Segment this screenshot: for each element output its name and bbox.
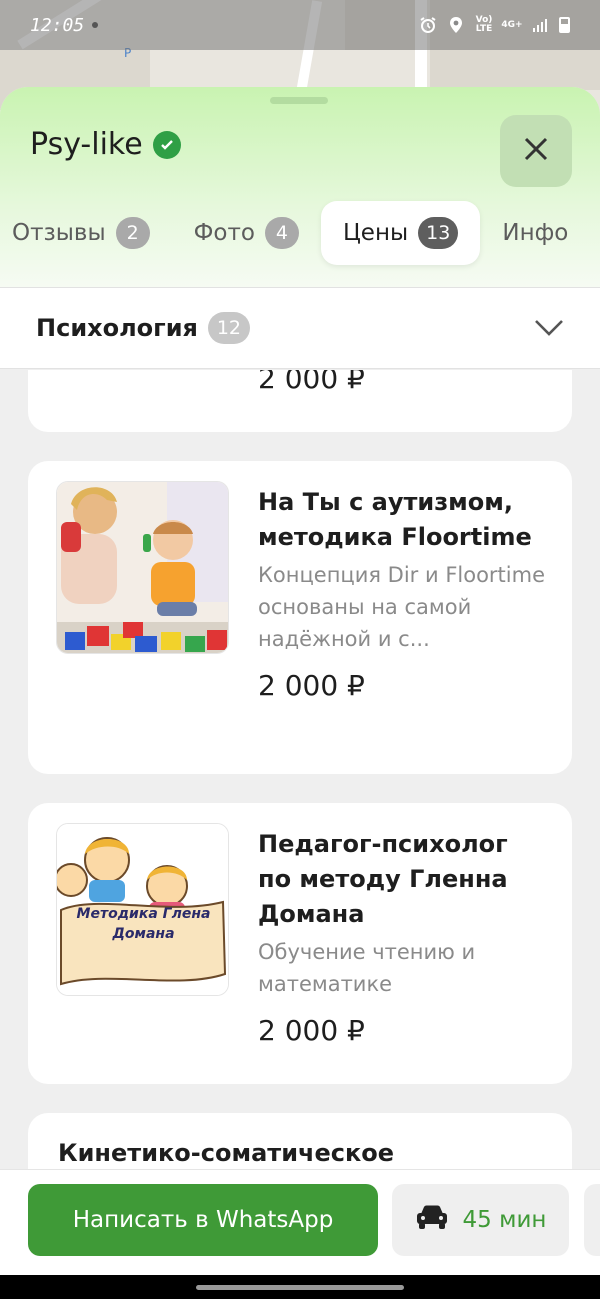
tab-count-badge: 2 bbox=[115, 217, 150, 249]
sheet-header: Psy-like Отзывы 2 Фото 4 Цены 13 Инфо bbox=[0, 87, 600, 287]
status-time: 12:05 bbox=[30, 14, 85, 36]
system-nav-bar bbox=[0, 1275, 600, 1299]
close-button[interactable] bbox=[500, 115, 572, 187]
category-count-badge: 12 bbox=[207, 312, 250, 344]
place-sheet: Psy-like Отзывы 2 Фото 4 Цены 13 Инфо Пс… bbox=[0, 87, 600, 1299]
more-actions-button[interactable] bbox=[584, 1184, 600, 1256]
battery-icon bbox=[559, 17, 570, 33]
tab-count-badge: 4 bbox=[264, 217, 299, 249]
status-icons: Vo) LTE 4G+ bbox=[419, 16, 570, 34]
tab-count-badge: 13 bbox=[418, 217, 459, 249]
service-name: Кинетико-соматическое bbox=[58, 1139, 395, 1167]
tab-label: Цены bbox=[342, 220, 409, 246]
signal-icon bbox=[531, 16, 549, 34]
close-icon bbox=[523, 131, 549, 171]
bottom-action-bar: Написать в WhatsApp 45 мин bbox=[0, 1169, 600, 1275]
place-title: Psy-like bbox=[30, 127, 143, 162]
category-header[interactable]: Психология 12 bbox=[0, 287, 600, 369]
status-dot bbox=[92, 22, 99, 28]
price-value: 2 000 ₽ bbox=[258, 1014, 365, 1047]
drive-time: 45 мин bbox=[462, 1207, 547, 1233]
whatsapp-button[interactable]: Написать в WhatsApp bbox=[28, 1184, 378, 1256]
tab-prices[interactable]: Цены 13 bbox=[320, 201, 481, 265]
service-description: Концепция Dir и Floortime основаны на са… bbox=[258, 563, 546, 651]
alarm-icon bbox=[419, 16, 437, 34]
category-title: Психология bbox=[36, 314, 198, 342]
tab-label: Инфо bbox=[502, 220, 569, 246]
signal-type-icon: 4G+ bbox=[501, 19, 523, 30]
price-card[interactable]: На Ты с аутизмом, методика Floortime Кон… bbox=[28, 461, 572, 774]
chevron-down-icon[interactable] bbox=[534, 313, 564, 343]
tab-label: Отзывы bbox=[12, 220, 106, 246]
service-description: Обучение чтению и математике bbox=[258, 940, 476, 996]
location-icon bbox=[447, 16, 465, 34]
price-list[interactable]: 2 000 ₽ На Ты с аутизмом, методика Floor… bbox=[0, 370, 600, 1170]
tab-reviews[interactable]: Отзывы 2 bbox=[0, 201, 172, 265]
price-value: 2 000 ₽ bbox=[258, 370, 365, 395]
status-bar: 12:05 Vo) LTE 4G+ bbox=[0, 0, 600, 50]
title-row: Psy-like bbox=[30, 127, 181, 162]
price-value: 2 000 ₽ bbox=[258, 669, 365, 702]
drag-handle[interactable] bbox=[270, 97, 328, 104]
home-gesture-pill[interactable] bbox=[196, 1285, 404, 1290]
route-button[interactable]: 45 мин bbox=[392, 1184, 569, 1256]
service-name: Педагог-психолог по методу Гленна Домана bbox=[258, 830, 508, 928]
price-card[interactable]: Методика Глена Домана Педагог-психолог п… bbox=[28, 803, 572, 1084]
car-icon bbox=[415, 1204, 449, 1236]
image-caption: Методика Глена Домана bbox=[76, 906, 211, 942]
verified-icon bbox=[152, 130, 181, 159]
tab-info[interactable]: Инфо bbox=[480, 201, 590, 265]
tab-bar: Отзывы 2 Фото 4 Цены 13 Инфо bbox=[0, 201, 590, 265]
price-card[interactable]: Кинетико-соматическое bbox=[28, 1113, 572, 1170]
service-image: Методика Глена Домана bbox=[56, 823, 229, 996]
service-name: На Ты с аутизмом, методика Floortime bbox=[258, 488, 532, 551]
tab-photos[interactable]: Фото 4 bbox=[172, 201, 321, 265]
service-image bbox=[56, 481, 229, 654]
price-card[interactable]: 2 000 ₽ bbox=[28, 370, 572, 432]
network-icon: Vo) LTE bbox=[475, 15, 493, 34]
tab-label: Фото bbox=[193, 220, 255, 246]
